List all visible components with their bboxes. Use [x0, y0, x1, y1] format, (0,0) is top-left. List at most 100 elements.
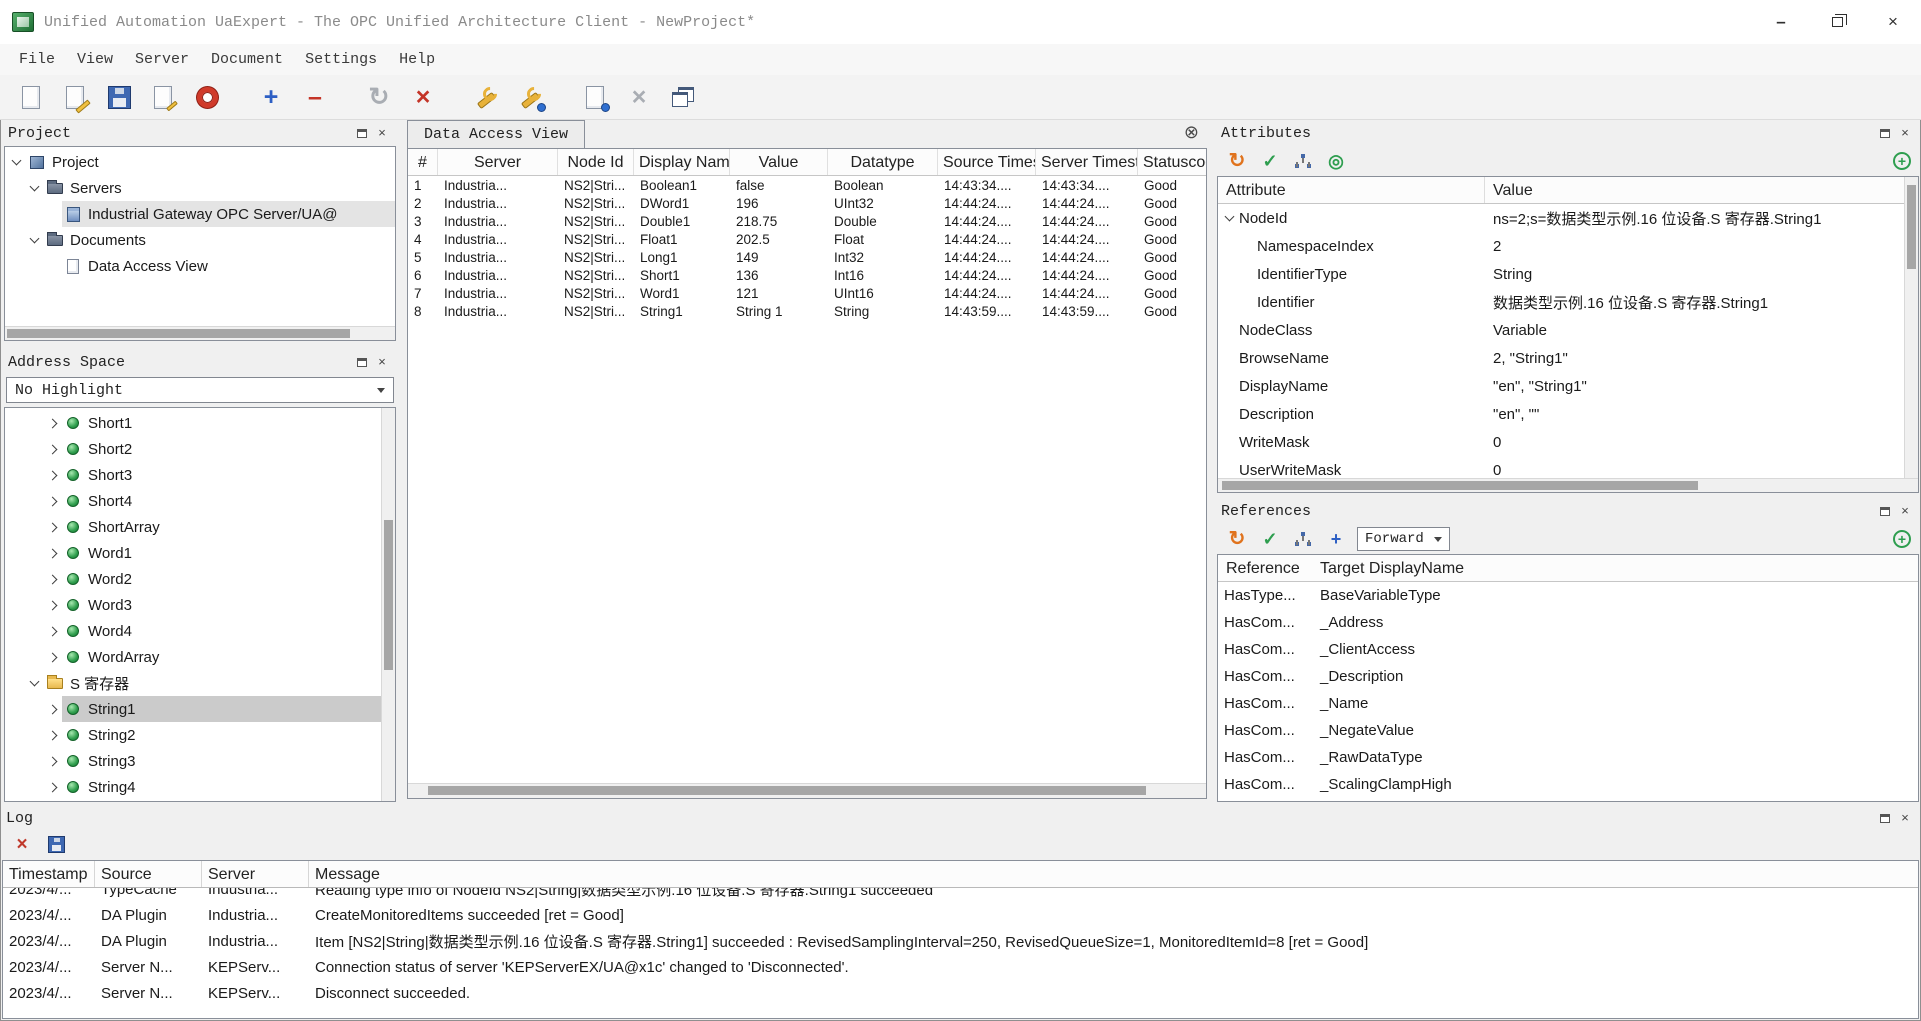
- expand-chevron-icon[interactable]: [1222, 350, 1239, 367]
- attribute-row[interactable]: UserWriteMask 0: [1218, 456, 1904, 477]
- expand-chevron-icon[interactable]: [45, 258, 62, 275]
- tree-item[interactable]: Documents: [5, 227, 395, 253]
- monitored-item-row[interactable]: 5 Industria... NS2|Stri... Long1 149 Int…: [408, 248, 1206, 266]
- tree-item[interactable]: String1: [5, 696, 381, 722]
- scrollbar-thumb[interactable]: [428, 786, 1146, 795]
- edit-document-button[interactable]: [144, 78, 182, 116]
- add-server-button[interactable]: +: [252, 78, 290, 116]
- highlight-target-button[interactable]: ◎: [1324, 149, 1348, 173]
- new-document-button[interactable]: [12, 78, 50, 116]
- attribute-row[interactable]: NodeClass Variable: [1218, 316, 1904, 344]
- document-properties-button[interactable]: [576, 78, 614, 116]
- expand-chevron-icon[interactable]: [45, 441, 62, 458]
- close-panel-button[interactable]: ×: [1895, 124, 1915, 142]
- reference-row[interactable]: HasCom... _Name: [1218, 690, 1918, 717]
- auto-update-toggle[interactable]: ✓: [1258, 527, 1282, 551]
- expand-chevron-icon[interactable]: [45, 623, 62, 640]
- reference-row[interactable]: HasType... BaseVariableType: [1218, 582, 1918, 609]
- close-panel-button[interactable]: ×: [372, 353, 392, 371]
- attribute-row[interactable]: IdentifierType String: [1218, 260, 1904, 288]
- minimize-button[interactable]: –: [1753, 0, 1809, 44]
- menu-item[interactable]: Server: [124, 44, 200, 75]
- menu-item[interactable]: Help: [388, 44, 446, 75]
- expand-chevron-icon[interactable]: [9, 154, 26, 171]
- reference-row[interactable]: HasCom... _ScalingClampHigh: [1218, 771, 1918, 798]
- monitored-item-row[interactable]: 1 Industria... NS2|Stri... Boolean1 fals…: [408, 176, 1206, 194]
- tree-item[interactable]: String4: [5, 774, 381, 800]
- add-reference-type-button[interactable]: +: [1324, 527, 1348, 551]
- expand-chevron-icon[interactable]: [45, 571, 62, 588]
- float-panel-button[interactable]: [1875, 809, 1895, 827]
- expand-chevron-icon[interactable]: [1222, 406, 1239, 423]
- menu-item[interactable]: View: [66, 44, 124, 75]
- reference-row[interactable]: HasCom... _RawDataType: [1218, 744, 1918, 771]
- auto-update-toggle[interactable]: ✓: [1258, 149, 1282, 173]
- refresh-attributes-button[interactable]: ↻: [1225, 149, 1249, 173]
- expand-chevron-icon[interactable]: [27, 232, 44, 249]
- expand-chevron-icon[interactable]: [1240, 238, 1257, 255]
- close-panel-button[interactable]: ×: [372, 124, 392, 142]
- maximize-button[interactable]: [1809, 0, 1865, 44]
- expand-chevron-icon[interactable]: [45, 493, 62, 510]
- expand-chevron-icon[interactable]: [27, 180, 44, 197]
- reference-row[interactable]: HasCom... _NegateValue: [1218, 717, 1918, 744]
- log-row[interactable]: 2023/4/... DA Plugin Industria... Item […: [3, 928, 1918, 954]
- expand-chevron-icon[interactable]: [45, 597, 62, 614]
- direction-select[interactable]: Forward: [1357, 527, 1450, 551]
- expand-chevron-icon[interactable]: [45, 701, 62, 718]
- tree-item[interactable]: Industrial Gateway OPC Server/UA@: [5, 201, 395, 227]
- column-header[interactable]: Server: [202, 861, 309, 887]
- expand-chevron-icon[interactable]: [1222, 378, 1239, 395]
- stop-button[interactable]: [188, 78, 226, 116]
- tree-item[interactable]: Short2: [5, 436, 381, 462]
- column-header[interactable]: Source Timestamp: [938, 149, 1036, 175]
- float-panel-button[interactable]: [352, 353, 372, 371]
- reference-row[interactable]: HasCom... _Description: [1218, 663, 1918, 690]
- log-row[interactable]: 2023/4/... Server N... KEPServ... Discon…: [3, 980, 1918, 1006]
- column-header[interactable]: Value: [1485, 177, 1918, 203]
- attribute-row[interactable]: NodeId ns=2;s=数据类型示例.16 位设备.S 寄存器.String…: [1218, 204, 1904, 232]
- float-panel-button[interactable]: [1875, 502, 1895, 520]
- monitored-item-row[interactable]: 2 Industria... NS2|Stri... DWord1 196 UI…: [408, 194, 1206, 212]
- column-header[interactable]: Statuscode: [1138, 149, 1206, 175]
- monitored-item-row[interactable]: 4 Industria... NS2|Stri... Float1 202.5 …: [408, 230, 1206, 248]
- close-button[interactable]: ×: [1865, 0, 1921, 44]
- expand-chevron-icon[interactable]: [45, 545, 62, 562]
- vertical-scrollbar[interactable]: [1904, 177, 1918, 492]
- highlight-filter-select[interactable]: No Highlight: [6, 377, 394, 403]
- column-header[interactable]: Message: [309, 861, 1918, 887]
- expand-chevron-icon[interactable]: [1240, 294, 1257, 311]
- expand-chevron-icon[interactable]: [45, 649, 62, 666]
- tree-item[interactable]: String3: [5, 748, 381, 774]
- cascade-windows-button[interactable]: [664, 78, 702, 116]
- tree-item[interactable]: Word1: [5, 540, 381, 566]
- scrollbar-thumb[interactable]: [7, 329, 350, 338]
- horizontal-scrollbar[interactable]: [5, 326, 395, 340]
- tree-item[interactable]: Word4: [5, 618, 381, 644]
- tree-item[interactable]: WordArray: [5, 644, 381, 670]
- attribute-row[interactable]: Description "en", "": [1218, 400, 1904, 428]
- expand-chevron-icon[interactable]: [1222, 210, 1239, 227]
- close-panel-button[interactable]: ×: [1895, 809, 1915, 827]
- column-header[interactable]: Source: [95, 861, 202, 887]
- save-log-button[interactable]: [44, 832, 68, 856]
- delete-button[interactable]: ×: [404, 78, 442, 116]
- float-panel-button[interactable]: [1875, 124, 1895, 142]
- add-reference-button[interactable]: +: [1893, 530, 1911, 548]
- expand-chevron-icon[interactable]: [45, 467, 62, 484]
- attribute-row[interactable]: NamespaceIndex 2: [1218, 232, 1904, 260]
- scrollbar-thumb[interactable]: [384, 520, 393, 670]
- tree-item[interactable]: Word3: [5, 592, 381, 618]
- column-header[interactable]: Server Timestamp: [1036, 149, 1138, 175]
- column-header[interactable]: Server: [438, 149, 558, 175]
- expand-tree-button[interactable]: [1291, 149, 1315, 173]
- tree-item[interactable]: Word2: [5, 566, 381, 592]
- attribute-row[interactable]: Identifier 数据类型示例.16 位设备.S 寄存器.String1: [1218, 288, 1904, 316]
- column-header[interactable]: Value: [730, 149, 828, 175]
- hierarchy-button[interactable]: [1291, 527, 1315, 551]
- tree-item[interactable]: Servers: [5, 175, 395, 201]
- menu-item[interactable]: File: [8, 44, 66, 75]
- column-header[interactable]: Target DisplayName: [1312, 555, 1918, 581]
- tree-item[interactable]: Short1: [5, 410, 381, 436]
- clear-log-button[interactable]: ×: [10, 832, 34, 856]
